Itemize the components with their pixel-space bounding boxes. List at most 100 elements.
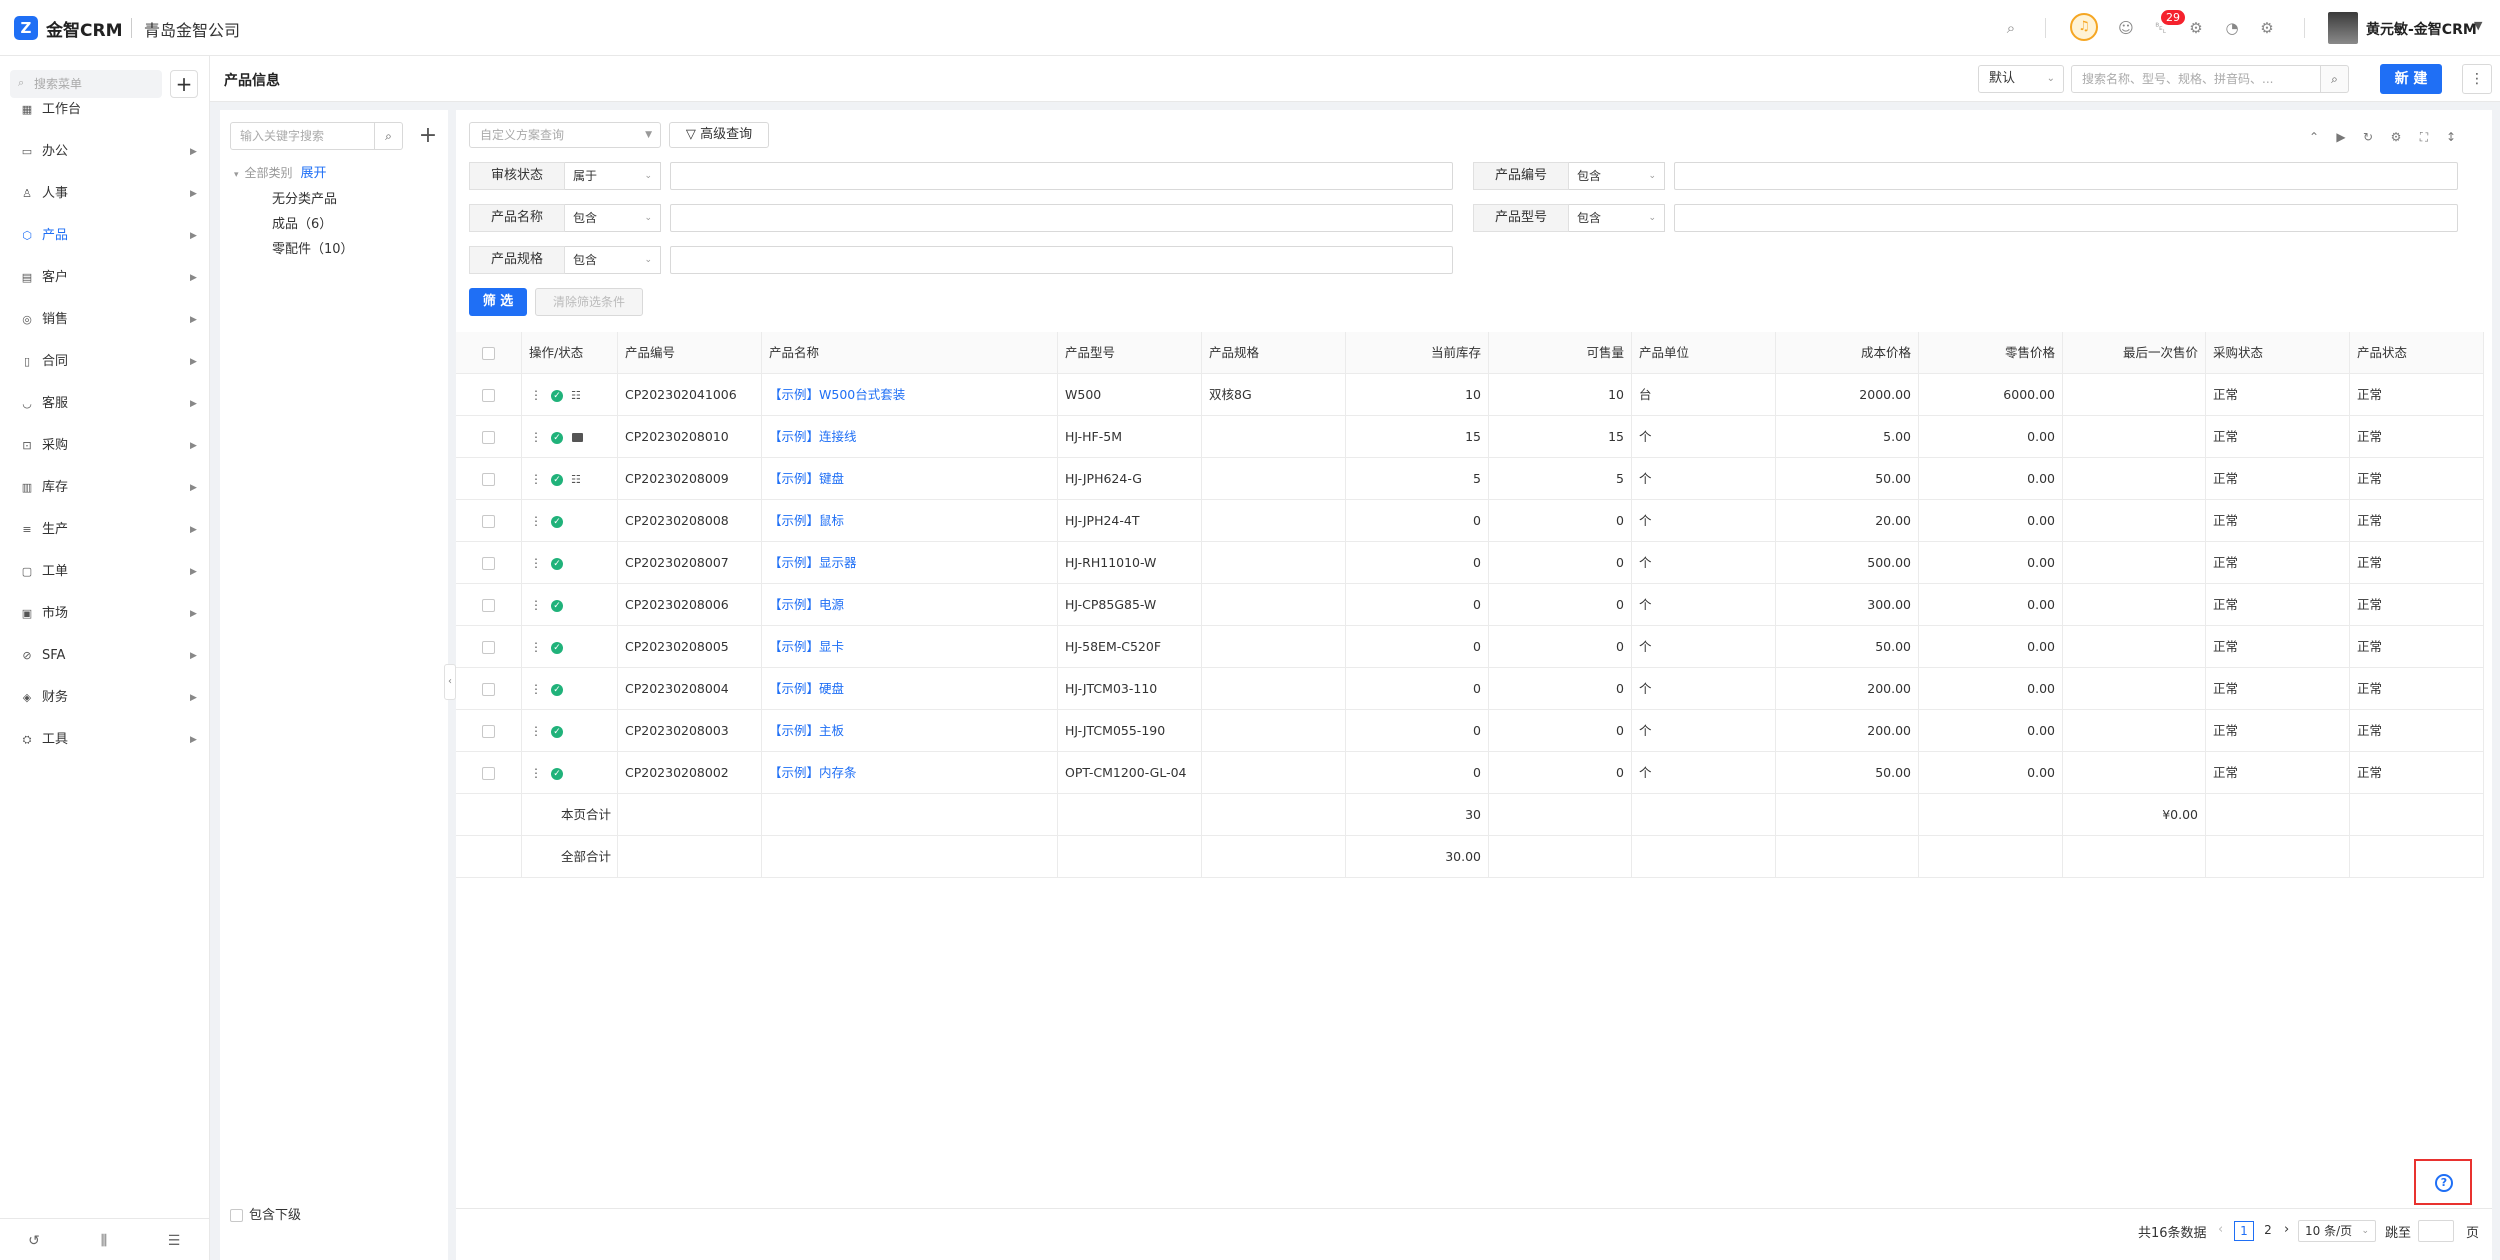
more-actions-icon[interactable]: ⋮	[530, 500, 542, 542]
chart-pie-icon[interactable]: ◔	[2221, 17, 2243, 39]
filter-input-name[interactable]	[670, 204, 1453, 232]
filter-settings-icon[interactable]: ⫼	[94, 1231, 114, 1251]
more-actions-icon[interactable]: ⋮	[530, 374, 542, 416]
more-actions-icon[interactable]: ⋮	[530, 626, 542, 668]
cell-name[interactable]: 【示例】键盘	[762, 458, 1058, 500]
help-icon[interactable]: ?	[2435, 1174, 2453, 1192]
view-select[interactable]: 默认 ⌄	[1978, 65, 2064, 93]
more-actions-icon[interactable]: ⋮	[530, 416, 542, 458]
new-button[interactable]: 新 建	[2380, 64, 2442, 94]
column-height-icon[interactable]: ↕	[2441, 127, 2461, 147]
cell-name[interactable]: 【示例】显卡	[762, 626, 1058, 668]
column-header[interactable]: 产品规格	[1202, 332, 1346, 374]
collapse-panel-handle[interactable]: ‹	[444, 664, 456, 700]
clear-filter-button[interactable]: 清除筛选条件	[535, 288, 643, 316]
app-logo[interactable]: Z	[14, 16, 38, 40]
sidebar-item-4[interactable]: ▤ 客户 ▶	[0, 260, 210, 296]
column-header[interactable]: 操作/状态	[522, 332, 618, 374]
column-header[interactable]: 最后一次售价	[2063, 332, 2206, 374]
filter-button[interactable]: 筛 选	[469, 288, 527, 316]
more-actions-icon[interactable]: ⋮	[530, 710, 542, 752]
contacts-icon[interactable]: ☺	[2115, 17, 2137, 39]
page-size-select[interactable]: 10 条/页 ⌄	[2298, 1220, 2376, 1242]
image-icon[interactable]	[572, 433, 583, 442]
bom-structure-icon[interactable]: ☷	[571, 375, 581, 416]
sidebar-item-13[interactable]: ⊘ SFA ▶	[0, 638, 210, 674]
cell-name[interactable]: 【示例】鼠标	[762, 500, 1058, 542]
sidebar-item-15[interactable]: ⛭ 工具 ▶	[0, 722, 210, 758]
sidebar-item-0[interactable]: ▦ 工作台	[0, 92, 210, 128]
gear-icon[interactable]: ⚙	[2185, 17, 2207, 39]
cell-name[interactable]: 【示例】主板	[762, 710, 1058, 752]
category-item-2[interactable]: 零配件（10）	[272, 238, 354, 257]
sidebar-item-8[interactable]: ⊡ 采购 ▶	[0, 428, 210, 464]
settings-circle-icon[interactable]: ⚙	[2256, 17, 2278, 39]
sidebar-item-6[interactable]: ▯ 合同 ▶	[0, 344, 210, 380]
row-checkbox[interactable]	[482, 431, 495, 444]
filter-op-code[interactable]: 包含 ⌄	[1569, 162, 1665, 190]
search-icon[interactable]: ⌕	[2000, 17, 2022, 39]
column-header[interactable]: 产品型号	[1058, 332, 1202, 374]
search-icon[interactable]: ⌕	[375, 122, 403, 150]
caret-down-icon[interactable]: ▾	[234, 170, 239, 180]
jump-page-input[interactable]	[2418, 1220, 2454, 1242]
more-actions-icon[interactable]: ⋮	[530, 542, 542, 584]
column-header[interactable]: 产品单位	[1632, 332, 1776, 374]
row-checkbox[interactable]	[482, 767, 495, 780]
sidebar-item-9[interactable]: ▥ 库存 ▶	[0, 470, 210, 506]
search-icon[interactable]: ⌕	[2321, 65, 2349, 93]
sidebar-item-10[interactable]: ≡ 生产 ▶	[0, 512, 210, 548]
add-category-button[interactable]: +	[414, 122, 442, 150]
sidebar-item-7[interactable]: ◡ 客服 ▶	[0, 386, 210, 422]
column-header[interactable]: 产品状态	[2350, 332, 2484, 374]
history-icon[interactable]: ↺	[24, 1231, 44, 1251]
filter-op-model[interactable]: 包含 ⌄	[1569, 204, 1665, 232]
filter-op-spec[interactable]: 包含 ⌄	[565, 246, 661, 274]
filter-op-audit[interactable]: 属于 ⌄	[565, 162, 661, 190]
sidebar-item-3[interactable]: ⬡ 产品 ▶	[0, 218, 210, 254]
prev-page-icon[interactable]: ‹	[2218, 1222, 2223, 1237]
page-1[interactable]: 1	[2234, 1221, 2254, 1241]
cell-name[interactable]: 【示例】显示器	[762, 542, 1058, 584]
settings-icon[interactable]: ⚙	[2386, 127, 2406, 147]
sidebar-item-11[interactable]: ▢ 工单 ▶	[0, 554, 210, 590]
row-checkbox[interactable]	[482, 599, 495, 612]
sidebar-item-14[interactable]: ◈ 财务 ▶	[0, 680, 210, 716]
avatar[interactable]	[2328, 12, 2358, 44]
scheme-select[interactable]: 自定义方案查询 ▼	[469, 122, 661, 148]
speaker-icon[interactable]: ♫	[2070, 13, 2098, 41]
sidebar-item-5[interactable]: ◎ 销售 ▶	[0, 302, 210, 338]
page-2[interactable]: 2	[2258, 1221, 2278, 1241]
row-checkbox[interactable]	[482, 347, 495, 360]
more-actions-icon[interactable]: ⋮	[530, 458, 542, 500]
category-root[interactable]: ▾ 全部类别 展开	[234, 162, 327, 181]
header-search-input[interactable]: 搜索名称、型号、规格、拼音码、...	[2071, 65, 2321, 93]
sidebar-item-12[interactable]: ▣ 市场 ▶	[0, 596, 210, 632]
filter-input-model[interactable]	[1674, 204, 2458, 232]
filter-input-code[interactable]	[1674, 162, 2458, 190]
cell-name[interactable]: 【示例】W500台式套装	[762, 374, 1058, 416]
column-header[interactable]: 产品名称	[762, 332, 1058, 374]
category-item-0[interactable]: 无分类产品	[272, 188, 337, 207]
chevron-down-icon[interactable]: ▼	[2474, 19, 2482, 32]
row-checkbox[interactable]	[482, 389, 495, 402]
cell-name[interactable]: 【示例】硬盘	[762, 668, 1058, 710]
category-item-1[interactable]: 成品（6）	[272, 213, 332, 232]
cell-name[interactable]: 【示例】连接线	[762, 416, 1058, 458]
checkbox[interactable]	[230, 1209, 243, 1222]
more-actions-icon[interactable]: ⋮	[530, 752, 542, 794]
fullscreen-icon[interactable]: ⛶	[2414, 127, 2434, 147]
advanced-query-button[interactable]: ▽ 高级查询	[669, 122, 769, 148]
user-name[interactable]: 黄元敏-金智CRM	[2366, 19, 2477, 39]
column-header[interactable]: 当前库存	[1346, 332, 1489, 374]
filter-op-name[interactable]: 包含 ⌄	[565, 204, 661, 232]
collapse-menu-icon[interactable]: ☰	[164, 1231, 184, 1251]
brand-name[interactable]: 金智CRM	[46, 16, 122, 41]
play-icon[interactable]: ▶	[2331, 127, 2351, 147]
row-checkbox[interactable]	[482, 683, 495, 696]
expand-link[interactable]: 展开	[301, 166, 327, 181]
sidebar-item-2[interactable]: ♙ 人事 ▶	[0, 176, 210, 212]
cell-name[interactable]: 【示例】内存条	[762, 752, 1058, 794]
row-checkbox[interactable]	[482, 725, 495, 738]
column-header[interactable]: 成本价格	[1776, 332, 1919, 374]
